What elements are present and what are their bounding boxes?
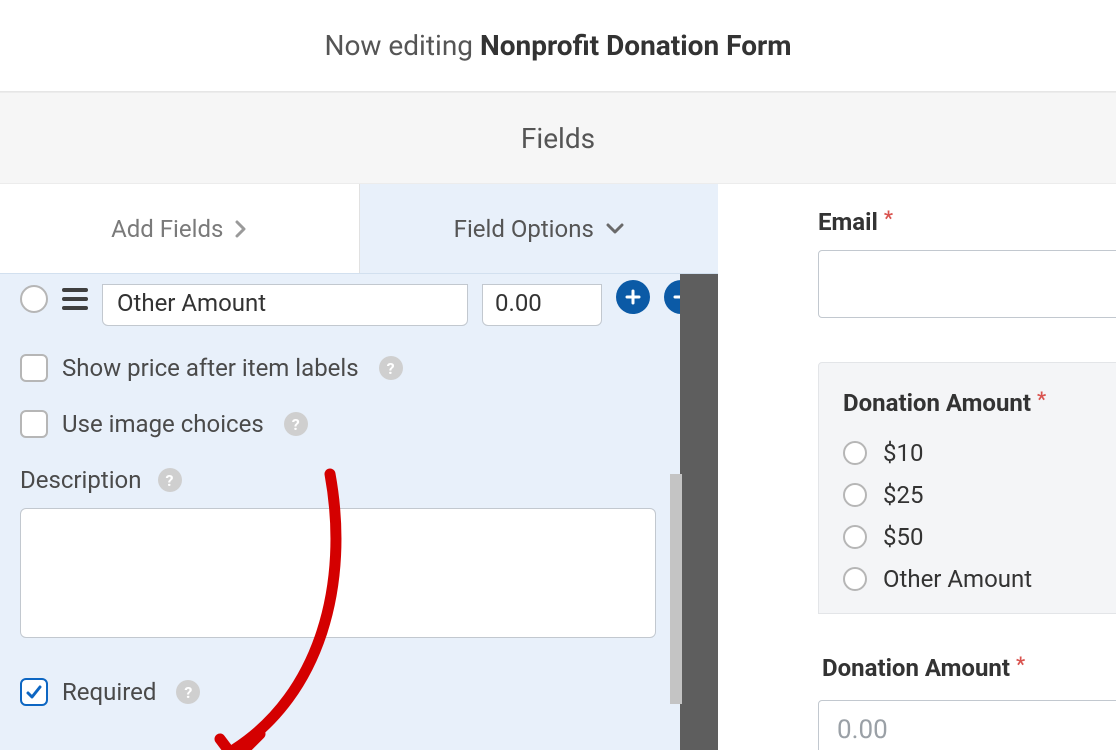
help-icon[interactable]: ? (158, 468, 182, 492)
preview-email-input[interactable] (818, 250, 1116, 318)
preview-amount-input[interactable]: 0.00 (818, 700, 1116, 750)
option-show-price-label: Show price after item labels (62, 354, 359, 382)
tabs: Add Fields Field Options (0, 184, 718, 274)
list-item[interactable]: $50 (843, 523, 1116, 551)
list-item[interactable]: $10 (843, 439, 1116, 467)
choice-row-other-amount: Other Amount 0.00 (20, 284, 698, 326)
list-item[interactable]: $25 (843, 481, 1116, 509)
add-choice-button[interactable] (616, 280, 650, 314)
option-image-choices: Use image choices ? (20, 410, 698, 438)
required-star-icon: * (1037, 389, 1046, 409)
radio-label: $50 (883, 523, 923, 551)
radio-default-icon[interactable] (20, 285, 48, 313)
required-star-icon: * (1016, 654, 1025, 674)
preview-donation-amount-label-2: Donation Amount (822, 654, 1010, 682)
form-preview-panel: Email * Donation Amount * $10 $25 (718, 164, 1116, 750)
field-options-panel: Other Amount 0.00 Show price after item … (0, 274, 718, 750)
required-star-icon: * (884, 208, 893, 228)
checkbox-image-choices[interactable] (20, 410, 48, 438)
page-header: Now editing Nonprofit Donation Form (0, 0, 1116, 92)
choice-label-value: Other Amount (117, 289, 266, 317)
radio-label: $10 (883, 439, 923, 467)
left-panel: Add Fields Field Options Other Amount (0, 184, 718, 750)
tab-field-options[interactable]: Field Options (360, 184, 719, 273)
tab-field-options-label: Field Options (454, 215, 594, 243)
drag-handle-icon[interactable] (62, 288, 88, 310)
preview-donation-amount-label-row-2: Donation Amount * (822, 654, 1116, 682)
preview-donation-amount-section-2: Donation Amount * 0.00 (818, 654, 1116, 750)
chevron-right-icon (235, 220, 247, 238)
option-required: Required ? (20, 678, 698, 706)
description-label-row: Description ? (20, 466, 698, 494)
panel-splitter[interactable] (680, 274, 718, 750)
header-form-name: Nonprofit Donation Form (480, 29, 792, 62)
main-area: Add Fields Field Options Other Amount (0, 184, 1116, 750)
preview-donation-amount-label: Donation Amount (843, 389, 1031, 417)
header-prefix: Now editing (324, 29, 473, 62)
option-show-price: Show price after item labels ? (20, 354, 698, 382)
preview-amount-placeholder: 0.00 (837, 715, 888, 745)
option-image-choices-label: Use image choices (62, 410, 264, 438)
preview-donation-amount-label-row: Donation Amount * (843, 389, 1116, 417)
help-icon[interactable]: ? (176, 680, 200, 704)
radio-icon (843, 483, 867, 507)
help-icon[interactable]: ? (379, 356, 403, 380)
chevron-down-icon (606, 223, 624, 235)
tab-add-fields-label: Add Fields (111, 215, 223, 243)
radio-icon (843, 441, 867, 465)
list-item[interactable]: Other Amount (843, 565, 1116, 593)
radio-label: Other Amount (883, 565, 1032, 593)
checkbox-show-price[interactable] (20, 354, 48, 382)
preview-donation-amount-card[interactable]: Donation Amount * $10 $25 $50 (818, 362, 1116, 614)
radio-label: $25 (883, 481, 923, 509)
option-required-label: Required (62, 678, 156, 706)
description-label: Description (20, 466, 142, 494)
tab-add-fields[interactable]: Add Fields (0, 184, 360, 273)
help-icon[interactable]: ? (284, 412, 308, 436)
secondary-bar-title: Fields (521, 122, 595, 155)
preview-email-label: Email (818, 208, 878, 236)
description-textarea[interactable] (20, 508, 656, 638)
choice-price-input[interactable]: 0.00 (482, 284, 602, 326)
choice-price-value: 0.00 (495, 289, 542, 317)
choice-label-input[interactable]: Other Amount (102, 284, 468, 326)
radio-icon (843, 567, 867, 591)
checkbox-required[interactable] (20, 678, 48, 706)
preview-radio-list: $10 $25 $50 Other Amount (843, 439, 1116, 593)
scrollbar-thumb[interactable] (670, 474, 682, 704)
preview-email-label-row: Email * (818, 208, 1116, 236)
radio-icon (843, 525, 867, 549)
